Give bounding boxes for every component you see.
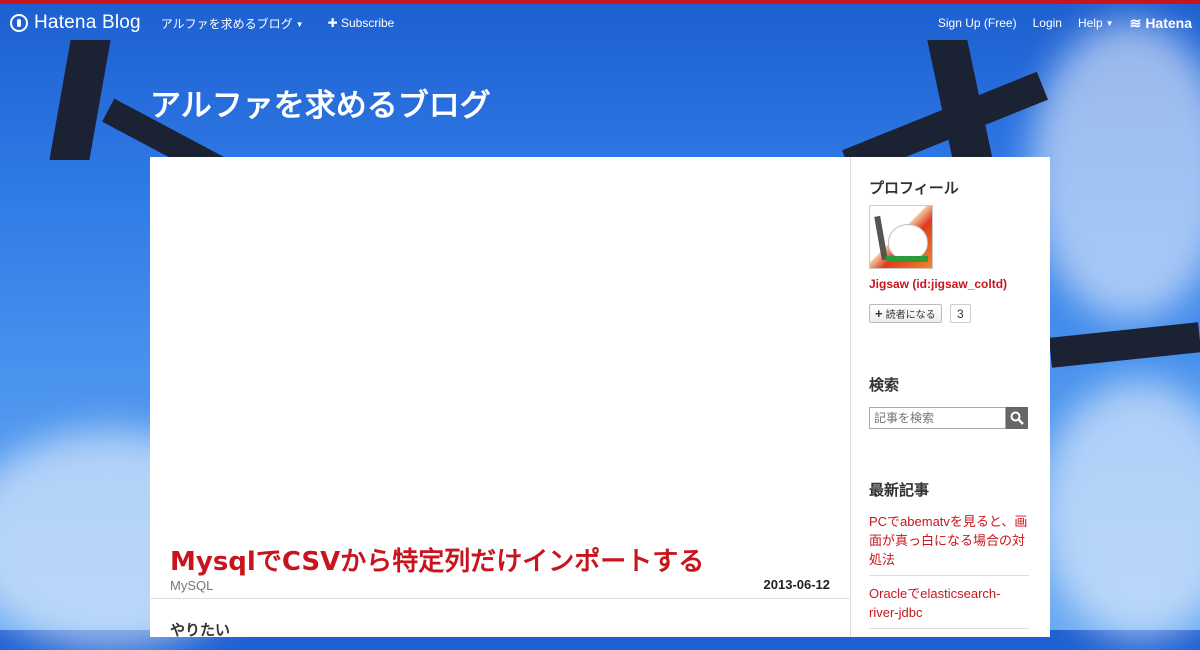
recent-entries-title: 最新記事 bbox=[869, 481, 930, 499]
avatar-cat-face bbox=[888, 224, 928, 260]
ad-placeholder bbox=[170, 177, 830, 537]
recent-entry-link[interactable]: PCでabematvを見ると、画面が真っ白になる場合の対処法 bbox=[869, 512, 1029, 576]
avatar-collar bbox=[886, 256, 928, 262]
entry-date[interactable]: 2013-06-12 bbox=[764, 577, 831, 592]
login-link[interactable]: Login bbox=[1033, 16, 1062, 30]
search-button[interactable] bbox=[1006, 407, 1028, 429]
background-cloud bbox=[1040, 380, 1200, 640]
help-label: Help bbox=[1077, 16, 1103, 30]
search-icon bbox=[1010, 411, 1024, 425]
profile-module-title: プロフィール bbox=[869, 179, 959, 197]
top-navigation-bar: Hatena Blog アルファを求めるブログ ▼ ✚ Subscribe Sig… bbox=[0, 0, 1200, 42]
plus-icon: + bbox=[875, 306, 883, 321]
hatena-logo[interactable]: ≋ Hatena bbox=[1130, 15, 1192, 32]
subscribe-button-label: 読者になる bbox=[885, 310, 936, 321]
search-module-title: 検索 bbox=[869, 376, 900, 394]
blog-title[interactable]: アルファを求めるブログ bbox=[150, 80, 491, 125]
entry-category[interactable]: MySQL bbox=[170, 578, 213, 593]
hatena-drop-icon bbox=[10, 14, 28, 32]
main-column: MysqlでCSVから特定列だけインポートする MySQL 2013-06-12… bbox=[150, 157, 851, 639]
logo-label: Hatena Blog bbox=[34, 12, 141, 33]
background-cloud bbox=[1030, 20, 1200, 320]
recent-entry-link[interactable]: Oracleでelasticsearch-river-jdbc bbox=[869, 584, 1029, 629]
divider bbox=[150, 598, 850, 599]
caret-down-icon: ▼ bbox=[1105, 19, 1114, 29]
blog-menu-label: アルファを求めるブログ bbox=[160, 16, 293, 31]
avatar[interactable] bbox=[869, 205, 933, 269]
help-dropdown[interactable]: Help ▼ bbox=[1078, 16, 1114, 30]
subscribe-button[interactable]: + 読者になる bbox=[869, 304, 942, 323]
caret-down-icon: ▼ bbox=[295, 19, 304, 29]
profile-name-link[interactable]: Jigsaw (id:jigsaw_coltd) bbox=[869, 277, 1007, 291]
plane-wing-image bbox=[1048, 322, 1200, 368]
hatena-label: Hatena bbox=[1145, 15, 1192, 31]
search-input[interactable] bbox=[869, 407, 1006, 429]
plane-wing-image bbox=[49, 40, 111, 160]
avatar-sword-shape bbox=[874, 215, 888, 261]
subscriber-count: 3 bbox=[950, 304, 971, 323]
blog-menu-dropdown[interactable]: アルファを求めるブログ ▼ bbox=[161, 15, 304, 32]
content-area: MysqlでCSVから特定列だけインポートする MySQL 2013-06-12… bbox=[150, 157, 1050, 639]
recent-entries-list: PCでabematvを見ると、画面が真っ白になる場合の対処法 Oracleでel… bbox=[869, 512, 1029, 637]
hatena-mark-icon: ≋ bbox=[1129, 14, 1142, 31]
signup-link[interactable]: Sign Up (Free) bbox=[938, 16, 1017, 30]
subscribe-link[interactable]: ✚ Subscribe bbox=[328, 16, 395, 30]
hatena-blog-logo[interactable]: Hatena Blog bbox=[10, 12, 141, 34]
entry-title[interactable]: MysqlでCSVから特定列だけインポートする bbox=[170, 541, 704, 578]
